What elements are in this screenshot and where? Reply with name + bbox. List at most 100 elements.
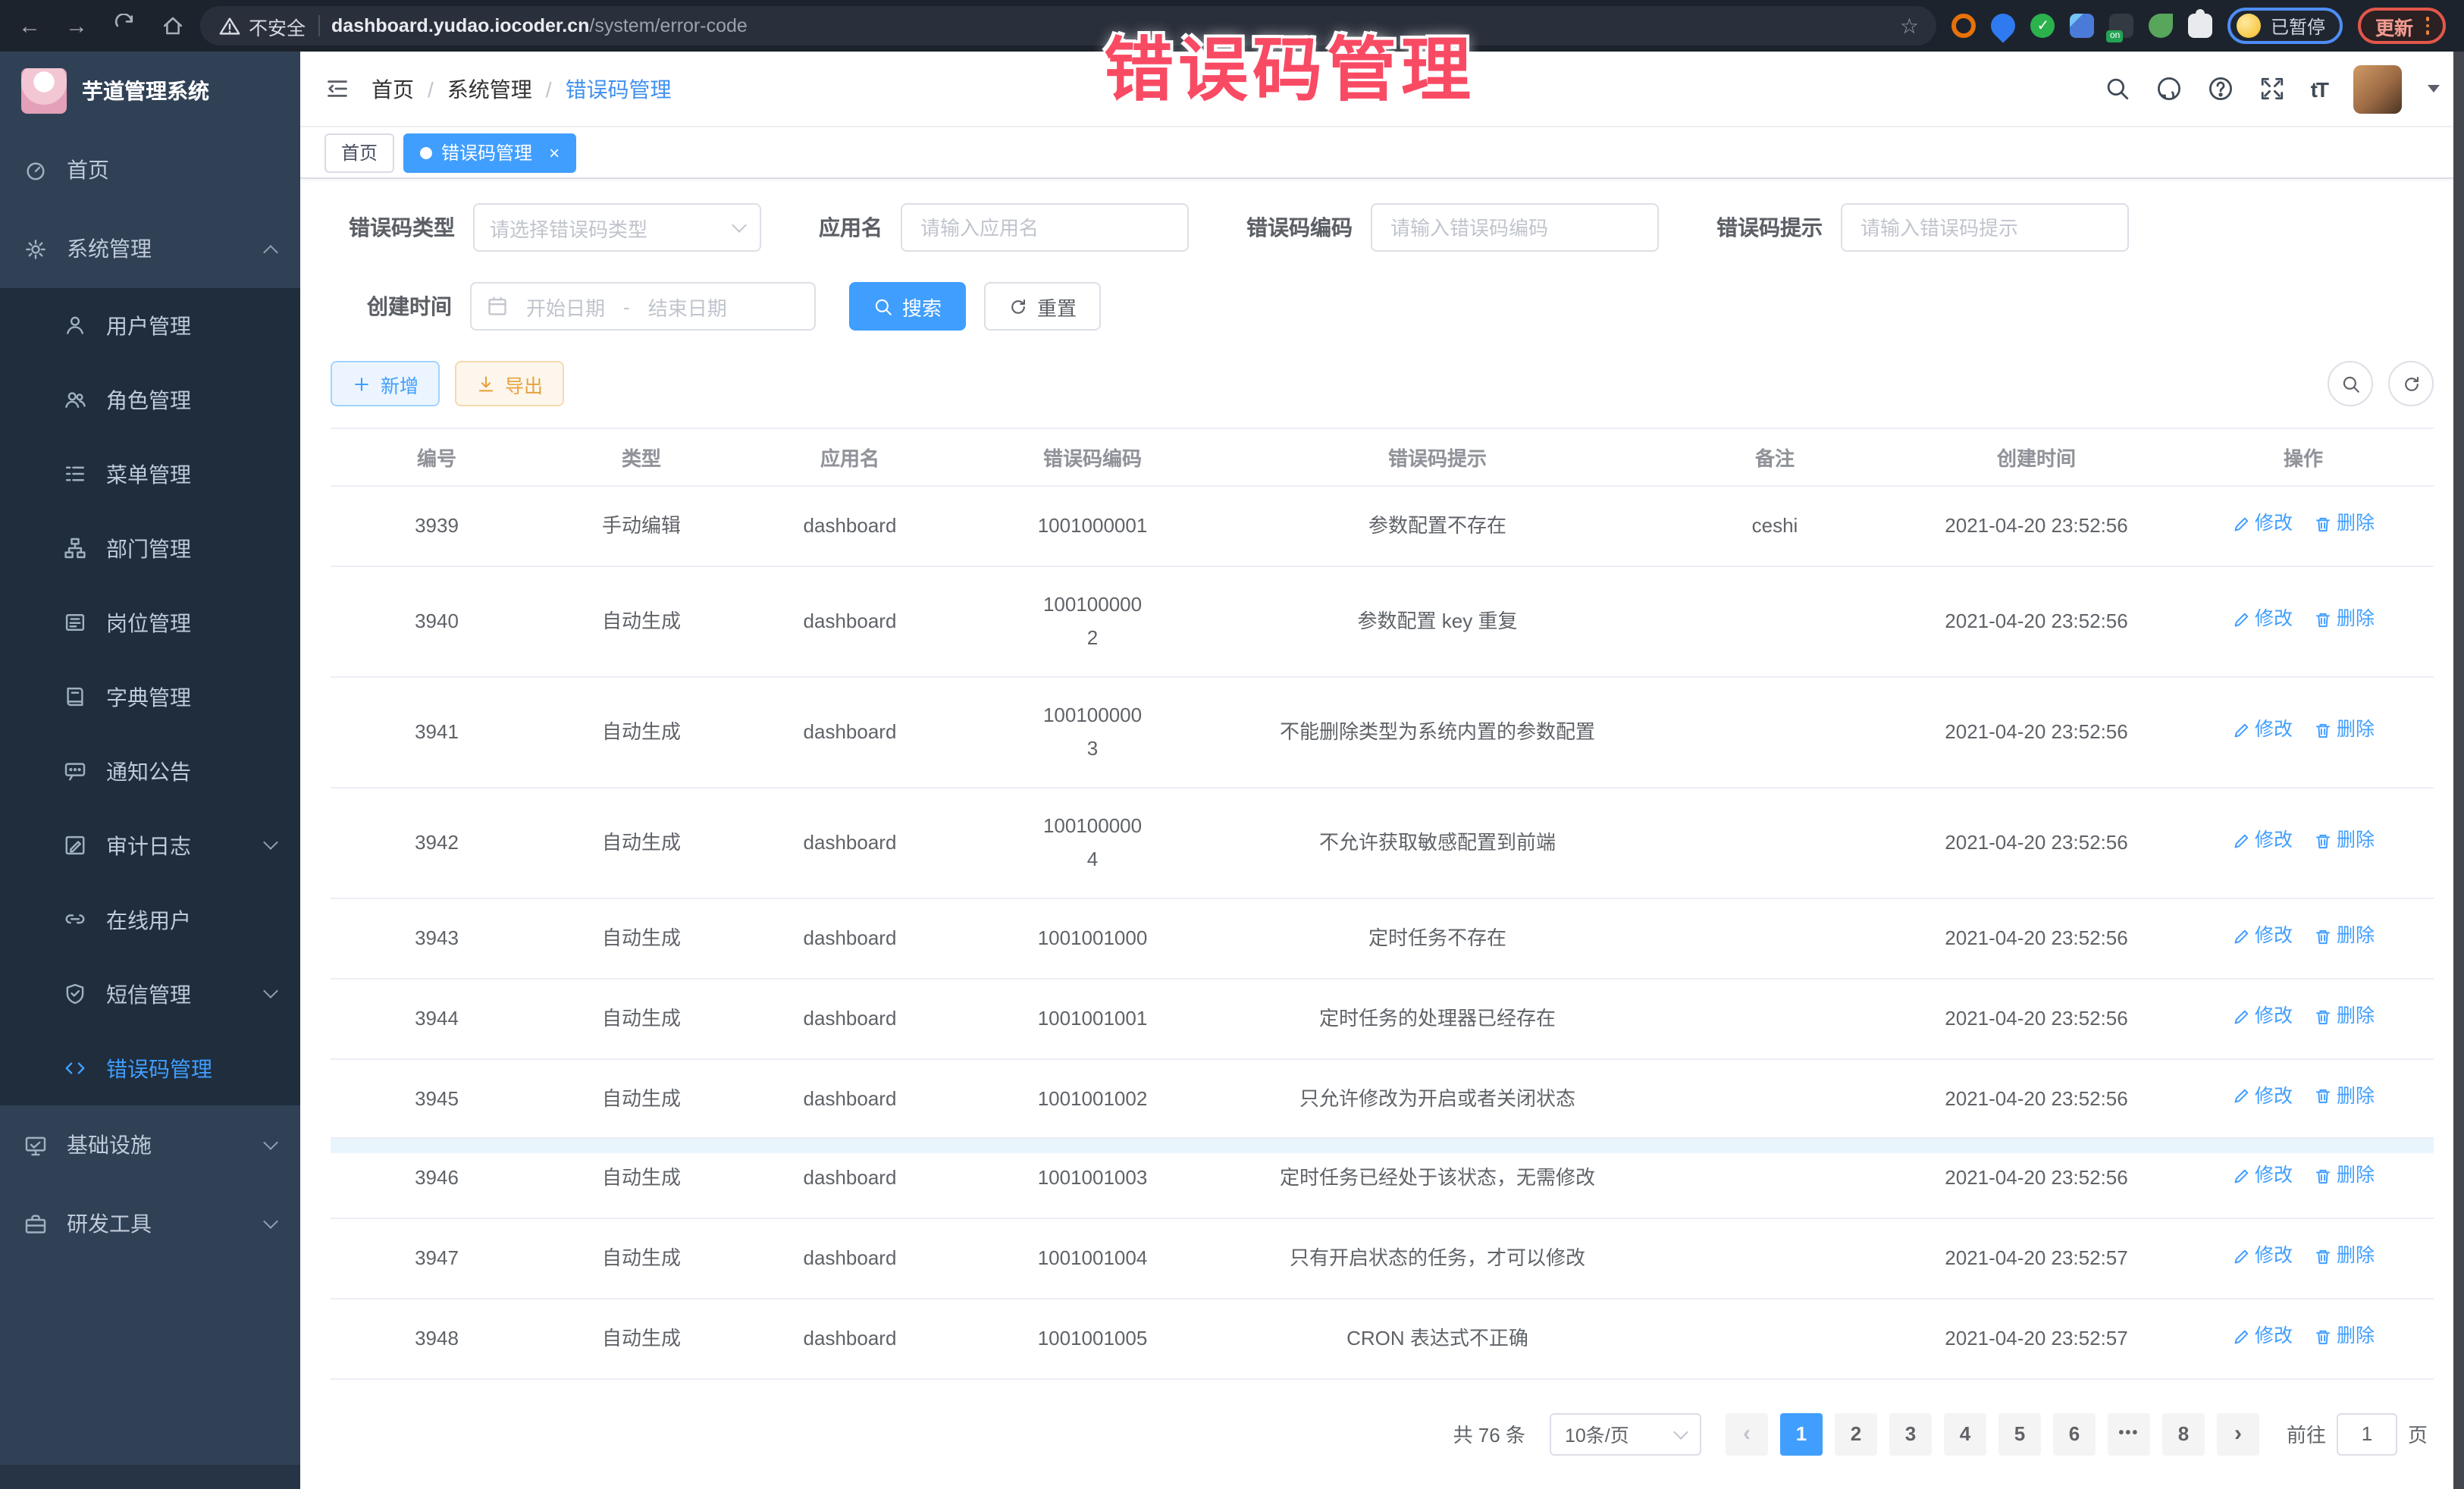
sidebar-item-system[interactable]: 系统管理	[0, 209, 300, 288]
page-buttons: ‹ 123456 ••• 8 ›	[1726, 1412, 2259, 1455]
delete-link[interactable]: 删除	[2314, 1161, 2375, 1193]
sidebar-item-online-user[interactable]: 在线用户	[0, 882, 300, 957]
prev-page-button[interactable]: ‹	[1726, 1412, 1768, 1455]
blue-grid-extension-icon[interactable]	[2071, 14, 2095, 38]
breadcrumb-item[interactable]: 首页	[371, 74, 414, 104]
edit-link[interactable]: 修改	[2232, 603, 2293, 636]
chevron-down-icon[interactable]	[2428, 85, 2440, 92]
page-button-2[interactable]: 2	[1835, 1412, 1877, 1455]
hamburger-icon[interactable]	[324, 76, 350, 102]
page-size-select[interactable]: 10条/页	[1550, 1412, 1701, 1455]
sidebar-item-role[interactable]: 角色管理	[0, 362, 300, 437]
forward-icon[interactable]: →	[65, 14, 88, 37]
github-icon[interactable]	[2156, 76, 2182, 102]
search-icon[interactable]	[2105, 76, 2130, 102]
page-button-4[interactable]: 4	[1944, 1412, 1986, 1455]
delete-link[interactable]: 删除	[2314, 1001, 2375, 1033]
error-code-input[interactable]	[1387, 215, 1642, 240]
sidebar-item-dict[interactable]: 字典管理	[0, 660, 300, 734]
cell-actions: 修改删除	[2173, 1139, 2434, 1218]
page-button-1[interactable]: 1	[1780, 1412, 1823, 1455]
on-badge-extension-icon[interactable]	[2110, 14, 2134, 38]
edit-link[interactable]: 修改	[2232, 1161, 2293, 1193]
tag-错误码管理[interactable]: 错误码管理×	[403, 133, 576, 172]
sidebar-item-home[interactable]: 首页	[0, 130, 300, 209]
sidebar-item-label: 在线用户	[106, 904, 191, 935]
green-leaf-extension-icon[interactable]	[2149, 14, 2174, 38]
add-button[interactable]: 新增	[331, 361, 440, 406]
close-icon[interactable]: ×	[549, 142, 560, 163]
reset-button[interactable]: 重置	[984, 282, 1101, 331]
delete-link[interactable]: 删除	[2314, 1321, 2375, 1353]
sidebar-item-menu[interactable]: 菜单管理	[0, 437, 300, 511]
reload-icon[interactable]	[112, 14, 136, 38]
font-size-icon[interactable]: tT	[2311, 77, 2328, 101]
edit-link[interactable]: 修改	[2232, 714, 2293, 747]
delete-link[interactable]: 删除	[2314, 1240, 2375, 1273]
cell-msg: 只有开启状态的任务，才可以修改	[1225, 1218, 1650, 1298]
sidebar-item-sms[interactable]: 短信管理	[0, 957, 300, 1031]
column-header: 操作	[2173, 428, 2434, 486]
search-button[interactable]: 搜索	[849, 282, 966, 331]
edit-link[interactable]: 修改	[2232, 1321, 2293, 1353]
home-icon[interactable]	[161, 14, 185, 38]
export-button[interactable]: 导出	[455, 361, 564, 406]
delete-link[interactable]: 删除	[2314, 603, 2375, 636]
next-page-button[interactable]: ›	[2217, 1412, 2259, 1455]
error-type-select[interactable]: 请选择错误码类型	[473, 203, 761, 252]
sidebar-item-dept[interactable]: 部门管理	[0, 511, 300, 585]
date-range-picker[interactable]: 开始日期 - 结束日期	[470, 282, 816, 331]
tag-首页[interactable]: 首页	[324, 133, 394, 172]
edit-link[interactable]: 修改	[2232, 1240, 2293, 1273]
bookmark-star-icon[interactable]: ☆	[1900, 13, 1919, 39]
edit-link[interactable]: 修改	[2232, 1080, 2293, 1113]
sidebar-collapse-bar[interactable]	[0, 1465, 300, 1489]
sidebar-item-error-code[interactable]: 错误码管理	[0, 1031, 300, 1105]
page-button-3[interactable]: 3	[1889, 1412, 1932, 1455]
sidebar-item-dev-tools[interactable]: 研发工具	[0, 1184, 300, 1263]
delete-link[interactable]: 删除	[2314, 508, 2375, 541]
show-search-button[interactable]	[2328, 361, 2373, 406]
app-logo-row[interactable]: 芋道管理系统	[0, 52, 300, 130]
sidebar-item-notice[interactable]: 通知公告	[0, 734, 300, 808]
blue-pin-extension-icon[interactable]	[1986, 8, 2020, 42]
app-name-input[interactable]	[917, 215, 1172, 240]
address-bar[interactable]: 不安全 dashboard.yudao.iocoder.cn/system/er…	[200, 6, 1937, 45]
error-msg-input[interactable]	[1857, 215, 2112, 240]
scrollbar[interactable]	[2453, 52, 2464, 1489]
page-button-8[interactable]: 8	[2162, 1412, 2205, 1455]
sidebar-item-audit-log[interactable]: 审计日志	[0, 808, 300, 882]
help-icon[interactable]	[2208, 76, 2234, 102]
security-chip[interactable]: 不安全	[218, 11, 306, 40]
profile-paused-chip[interactable]: 已暂停	[2228, 8, 2343, 44]
browser-update-button[interactable]: 更新	[2359, 8, 2446, 44]
delete-link[interactable]: 删除	[2314, 826, 2375, 858]
avatar[interactable]	[2353, 64, 2402, 113]
delete-link[interactable]: 删除	[2314, 1080, 2375, 1113]
delete-link[interactable]: 删除	[2314, 921, 2375, 954]
back-icon[interactable]: ←	[18, 14, 41, 37]
edit-link[interactable]: 修改	[2232, 921, 2293, 954]
edit-link[interactable]: 修改	[2232, 508, 2293, 541]
cell-app: dashboard	[740, 1218, 960, 1298]
sidebar-item-post[interactable]: 岗位管理	[0, 585, 300, 660]
sidebar-item-user[interactable]: 用户管理	[0, 288, 300, 362]
green-check-extension-icon[interactable]: ✓	[2031, 14, 2055, 38]
tag-label: 首页	[341, 139, 378, 165]
filter-app-name: 应用名	[819, 203, 1189, 252]
sidebar-item-infra[interactable]: 基础设施	[0, 1105, 300, 1184]
edit-link[interactable]: 修改	[2232, 826, 2293, 858]
refresh-table-button[interactable]	[2388, 361, 2434, 406]
puzzle-extensions-icon[interactable]	[2189, 14, 2213, 38]
page-button-6[interactable]: 6	[2053, 1412, 2096, 1455]
breadcrumb-item[interactable]: 系统管理	[447, 74, 532, 104]
cell-no: 3943	[331, 899, 543, 979]
page-button-5[interactable]: 5	[1998, 1412, 2041, 1455]
more-pages-button[interactable]: •••	[2108, 1412, 2150, 1455]
delete-link[interactable]: 删除	[2314, 714, 2375, 747]
edit-link[interactable]: 修改	[2232, 1001, 2293, 1033]
fullscreen-icon[interactable]	[2259, 76, 2285, 102]
orange-ring-extension-icon[interactable]	[1952, 14, 1977, 38]
pagination: 共 76 条 10条/页 ‹123456•••8› 前往 页	[337, 1412, 2428, 1455]
goto-page-input[interactable]	[2337, 1412, 2397, 1455]
